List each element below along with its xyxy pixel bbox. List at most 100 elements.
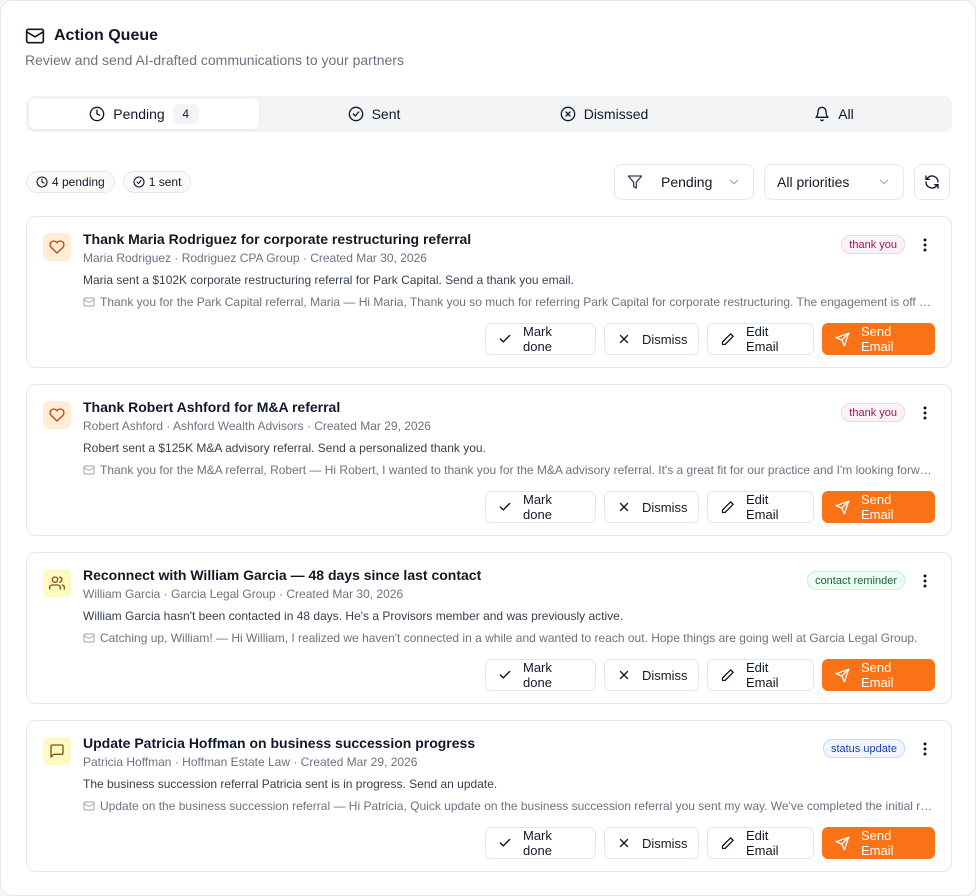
edit-email-label: Edit Email xyxy=(746,828,779,858)
send-email-label: Send Email xyxy=(861,660,894,690)
edit-email-label: Edit Email xyxy=(746,660,779,690)
header: Action Queue Review and send AI-drafted … xyxy=(25,25,404,68)
more-options-button[interactable] xyxy=(915,235,935,255)
clock-icon xyxy=(89,106,105,122)
dismiss-label: Dismiss xyxy=(642,667,688,683)
mail-icon xyxy=(83,800,95,812)
close-icon xyxy=(617,836,631,850)
tab-dismissed[interactable]: Dismissed xyxy=(489,99,719,129)
mark-done-label: Mark done xyxy=(523,492,552,522)
x-circle-icon xyxy=(560,106,576,122)
send-email-button[interactable]: Send Email xyxy=(822,827,935,859)
send-email-label: Send Email xyxy=(861,324,894,354)
bell-icon xyxy=(814,106,830,122)
email-preview: Catching up, William! — Hi William, I re… xyxy=(83,631,933,645)
mark-done-button[interactable]: Mark done xyxy=(485,659,596,691)
card-title: Thank Robert Ashford for M&A referral xyxy=(83,399,341,415)
title-row: Action Queue xyxy=(25,25,404,47)
mail-icon xyxy=(83,296,95,308)
edit-email-button[interactable]: Edit Email xyxy=(707,491,814,523)
pending-count-chip: 4 pending xyxy=(26,171,115,193)
send-email-button[interactable]: Send Email xyxy=(822,659,935,691)
heart-icon xyxy=(43,401,71,429)
send-email-button[interactable]: Send Email xyxy=(822,491,935,523)
more-vertical-icon xyxy=(923,574,927,588)
send-email-button[interactable]: Send Email xyxy=(822,323,935,355)
category-badge: thank you xyxy=(841,403,905,422)
dismiss-button[interactable]: Dismiss xyxy=(604,827,699,859)
action-card: Update Patricia Hoffman on business succ… xyxy=(26,720,952,872)
mark-done-button[interactable]: Mark done xyxy=(485,827,596,859)
card-title: Thank Maria Rodriguez for corporate rest… xyxy=(83,231,472,247)
edit-email-button[interactable]: Edit Email xyxy=(707,659,814,691)
close-icon xyxy=(617,668,631,682)
message-icon xyxy=(43,737,71,765)
more-options-button[interactable] xyxy=(915,739,935,759)
check-icon xyxy=(498,668,512,682)
card-title: Reconnect with William Garcia — 48 days … xyxy=(83,567,482,583)
email-preview: Update on the business succession referr… xyxy=(83,799,933,813)
email-preview: Thank you for the Park Capital referral,… xyxy=(83,295,933,309)
refresh-button[interactable] xyxy=(914,164,950,200)
mark-done-button[interactable]: Mark done xyxy=(485,323,596,355)
card-actions: Mark done Dismiss Edit Email Send Email xyxy=(485,323,935,355)
card-description: Robert sent a $125K M&A advisory referra… xyxy=(83,441,486,455)
status-filter-value: Pending xyxy=(661,174,713,190)
mail-icon xyxy=(83,632,95,644)
category-badge: thank you xyxy=(841,235,905,254)
tab-sent[interactable]: Sent xyxy=(259,99,489,129)
card-meta: William Garcia · Garcia Legal Group · Cr… xyxy=(83,587,404,601)
page-subtitle: Review and send AI-drafted communication… xyxy=(25,52,404,68)
mark-done-label: Mark done xyxy=(523,828,552,858)
edit-email-label: Edit Email xyxy=(746,492,779,522)
pencil-icon xyxy=(720,500,735,515)
send-icon xyxy=(835,500,850,515)
card-description: Maria sent a $102K corporate restructuri… xyxy=(83,273,574,287)
users-icon xyxy=(43,569,71,597)
card-meta: Maria Rodriguez · Rodriguez CPA Group · … xyxy=(83,251,427,265)
email-preview: Thank you for the M&A referral, Robert —… xyxy=(83,463,933,477)
card-meta: Patricia Hoffman · Hoffman Estate Law · … xyxy=(83,755,418,769)
check-icon xyxy=(498,500,512,514)
close-icon xyxy=(617,332,631,346)
email-preview-text: Thank you for the M&A referral, Robert —… xyxy=(100,463,933,477)
priority-filter-value: All priorities xyxy=(777,174,850,190)
dismiss-label: Dismiss xyxy=(642,835,688,851)
mark-done-button[interactable]: Mark done xyxy=(485,491,596,523)
chevron-down-icon xyxy=(727,175,741,189)
send-icon xyxy=(835,668,850,683)
more-options-button[interactable] xyxy=(915,571,935,591)
mail-icon xyxy=(25,26,45,46)
tab-all[interactable]: All xyxy=(719,99,949,129)
priority-filter-select[interactable]: All priorities xyxy=(764,164,904,200)
action-card: Thank Maria Rodriguez for corporate rest… xyxy=(26,216,952,368)
dismiss-button[interactable]: Dismiss xyxy=(604,323,699,355)
tab-pending-label: Pending xyxy=(113,106,165,122)
action-card: Reconnect with William Garcia — 48 days … xyxy=(26,552,952,704)
pencil-icon xyxy=(720,668,735,683)
status-tabs: Pending 4 Sent Dismissed All xyxy=(26,96,952,132)
email-preview-text: Update on the business succession referr… xyxy=(100,799,933,813)
send-email-label: Send Email xyxy=(861,828,894,858)
dismiss-button[interactable]: Dismiss xyxy=(604,659,699,691)
status-filter-select[interactable]: Pending xyxy=(614,164,754,200)
more-vertical-icon xyxy=(923,406,927,420)
tab-pending-count: 4 xyxy=(172,104,199,124)
more-vertical-icon xyxy=(923,238,927,252)
edit-email-button[interactable]: Edit Email xyxy=(707,323,814,355)
refresh-icon xyxy=(924,174,940,190)
dismiss-button[interactable]: Dismiss xyxy=(604,491,699,523)
filter-bar: Pending All priorities xyxy=(614,164,950,200)
dismiss-label: Dismiss xyxy=(642,499,688,515)
card-description: William Garcia hasn't been contacted in … xyxy=(83,609,624,623)
tab-pending[interactable]: Pending 4 xyxy=(29,99,259,129)
tab-sent-label: Sent xyxy=(371,106,401,122)
email-preview-text: Catching up, William! — Hi William, I re… xyxy=(100,631,918,645)
card-description: The business succession referral Patrici… xyxy=(83,777,498,791)
edit-email-button[interactable]: Edit Email xyxy=(707,827,814,859)
heart-icon xyxy=(43,233,71,261)
more-options-button[interactable] xyxy=(915,403,935,423)
sent-count-chip: 1 sent xyxy=(122,171,192,193)
category-badge: contact reminder xyxy=(807,571,905,590)
category-badge: status update xyxy=(822,739,905,758)
